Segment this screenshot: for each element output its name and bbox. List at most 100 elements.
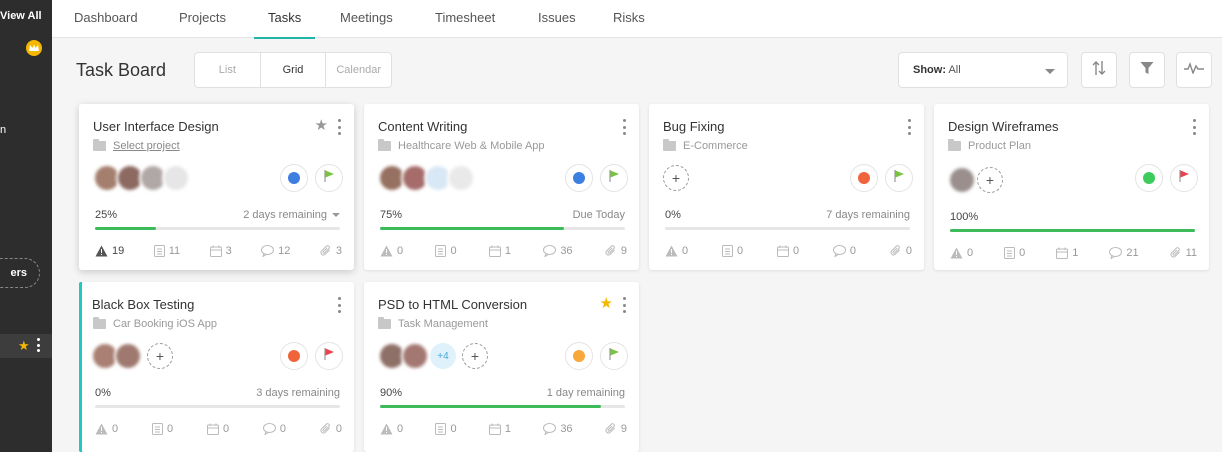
tab-tasks[interactable]: Tasks <box>253 0 316 39</box>
star-icon[interactable]: ★ <box>315 118 328 133</box>
stat-events[interactable]: 1 <box>1056 247 1078 259</box>
status-button[interactable] <box>850 164 878 192</box>
stat-comments[interactable]: 36 <box>543 245 573 257</box>
avatar[interactable] <box>401 342 429 370</box>
tab-issues[interactable]: Issues <box>538 0 576 38</box>
stat-events[interactable]: 1 <box>488 245 511 257</box>
add-assignee-button[interactable]: + <box>462 343 488 369</box>
more-icon[interactable] <box>623 297 627 313</box>
stat-attachments[interactable]: 0 <box>890 245 912 257</box>
priority-button[interactable] <box>315 164 343 192</box>
show-filter-select[interactable]: Show: All <box>898 52 1068 88</box>
tab-risks[interactable]: Risks <box>613 0 645 38</box>
stat-docs[interactable]: 0 <box>1004 247 1025 259</box>
priority-button[interactable] <box>600 342 628 370</box>
priority-button[interactable] <box>315 342 343 370</box>
stat-docs[interactable]: 0 <box>721 245 743 257</box>
tab-timesheet[interactable]: Timesheet <box>435 0 495 38</box>
add-assignee-button[interactable]: + <box>977 167 1003 193</box>
stat-docs[interactable]: 11 <box>153 245 180 257</box>
sidebar-pill-button[interactable]: ers <box>0 258 40 288</box>
more-icon[interactable] <box>623 119 627 135</box>
stat-comments[interactable]: 12 <box>261 245 290 257</box>
time-remaining[interactable]: 1 day remaining <box>547 387 625 399</box>
stat-issues[interactable]: 0 <box>950 247 973 259</box>
filter-button[interactable] <box>1129 52 1165 88</box>
stat-comments[interactable]: 0 <box>262 423 286 435</box>
add-assignee-button[interactable]: + <box>147 343 173 369</box>
task-card[interactable]: User Interface Design ★ Select project 2… <box>79 104 354 270</box>
assignees[interactable] <box>378 164 475 192</box>
activity-button[interactable] <box>1176 52 1212 88</box>
avatar[interactable] <box>948 166 976 194</box>
stat-issues[interactable]: 0 <box>665 245 688 257</box>
status-button[interactable] <box>565 164 593 192</box>
task-title[interactable]: User Interface Design <box>93 119 219 134</box>
select-project-link[interactable]: Select project <box>113 140 180 152</box>
stat-attachments[interactable]: 3 <box>320 245 342 257</box>
stat-events[interactable]: 0 <box>206 423 229 435</box>
task-title[interactable]: PSD to HTML Conversion <box>378 297 527 312</box>
task-card[interactable]: Design Wireframes Product Plan + 100% 00… <box>934 104 1209 270</box>
stat-comments[interactable]: 36 <box>543 423 573 435</box>
priority-button[interactable] <box>600 164 628 192</box>
status-button[interactable] <box>565 342 593 370</box>
time-remaining[interactable]: Due Today <box>573 209 625 221</box>
task-card[interactable]: Content Writing Healthcare Web & Mobile … <box>364 104 639 270</box>
task-title[interactable]: Content Writing <box>378 119 467 134</box>
sidebar-partial-label[interactable]: n <box>0 124 6 136</box>
stat-issues[interactable]: 19 <box>95 245 124 257</box>
status-button[interactable] <box>1135 164 1163 192</box>
more-icon[interactable] <box>37 338 41 352</box>
time-remaining[interactable]: 3 days remaining <box>256 387 340 399</box>
assignees[interactable]: + <box>948 166 1003 194</box>
more-icon[interactable] <box>908 119 912 135</box>
more-icon[interactable] <box>1193 119 1197 135</box>
stat-docs[interactable]: 0 <box>151 423 173 435</box>
stat-events[interactable]: 3 <box>209 245 232 257</box>
avatar[interactable] <box>114 342 142 370</box>
star-icon[interactable]: ★ <box>600 296 613 311</box>
task-card[interactable]: Black Box Testing Car Booking iOS App + … <box>79 282 354 452</box>
star-icon[interactable]: ★ <box>18 339 30 352</box>
project-name[interactable]: Healthcare Web & Mobile App <box>398 140 545 152</box>
stat-issues[interactable]: 0 <box>380 423 403 435</box>
view-all-link[interactable]: View All <box>0 10 42 22</box>
stat-attachments[interactable]: 0 <box>320 423 342 435</box>
add-assignee-button[interactable]: + <box>663 165 689 191</box>
more-icon[interactable] <box>338 297 342 313</box>
tab-projects[interactable]: Projects <box>179 0 226 38</box>
stat-events[interactable]: 0 <box>776 245 799 257</box>
priority-button[interactable] <box>885 164 913 192</box>
stat-attachments[interactable]: 11 <box>1170 247 1197 259</box>
project-name[interactable]: Product Plan <box>968 140 1031 152</box>
view-grid-button[interactable]: Grid <box>261 53 327 87</box>
stat-attachments[interactable]: 9 <box>605 245 627 257</box>
stat-comments[interactable]: 0 <box>832 245 856 257</box>
time-remaining[interactable]: 2 days remaining <box>243 209 340 221</box>
stat-attachments[interactable]: 9 <box>605 423 627 435</box>
stat-docs[interactable]: 0 <box>435 423 457 435</box>
task-card[interactable]: PSD to HTML Conversion ★ Task Management… <box>364 282 639 452</box>
project-name[interactable]: E-Commerce <box>683 140 748 152</box>
stat-issues[interactable]: 0 <box>380 245 403 257</box>
project-name[interactable]: Task Management <box>398 318 488 330</box>
view-list-button[interactable]: List <box>195 53 261 87</box>
assignees[interactable]: +4 + <box>378 342 488 370</box>
status-button[interactable] <box>280 164 308 192</box>
sort-button[interactable] <box>1081 52 1117 88</box>
stat-docs[interactable]: 0 <box>435 245 457 257</box>
project-name[interactable]: Car Booking iOS App <box>113 318 217 330</box>
time-remaining[interactable]: 7 days remaining <box>826 209 910 221</box>
avatar[interactable] <box>447 164 475 192</box>
task-title[interactable]: Design Wireframes <box>948 119 1059 134</box>
tab-dashboard[interactable]: Dashboard <box>74 0 138 38</box>
stat-issues[interactable]: 0 <box>95 423 118 435</box>
task-card[interactable]: Bug Fixing E-Commerce + 0% 7 days remain… <box>649 104 924 270</box>
priority-button[interactable] <box>1170 164 1198 192</box>
more-icon[interactable] <box>338 119 342 135</box>
view-calendar-button[interactable]: Calendar <box>326 53 391 87</box>
stat-comments[interactable]: 21 <box>1109 247 1139 259</box>
stat-events[interactable]: 1 <box>488 423 511 435</box>
avatar[interactable] <box>162 164 190 192</box>
